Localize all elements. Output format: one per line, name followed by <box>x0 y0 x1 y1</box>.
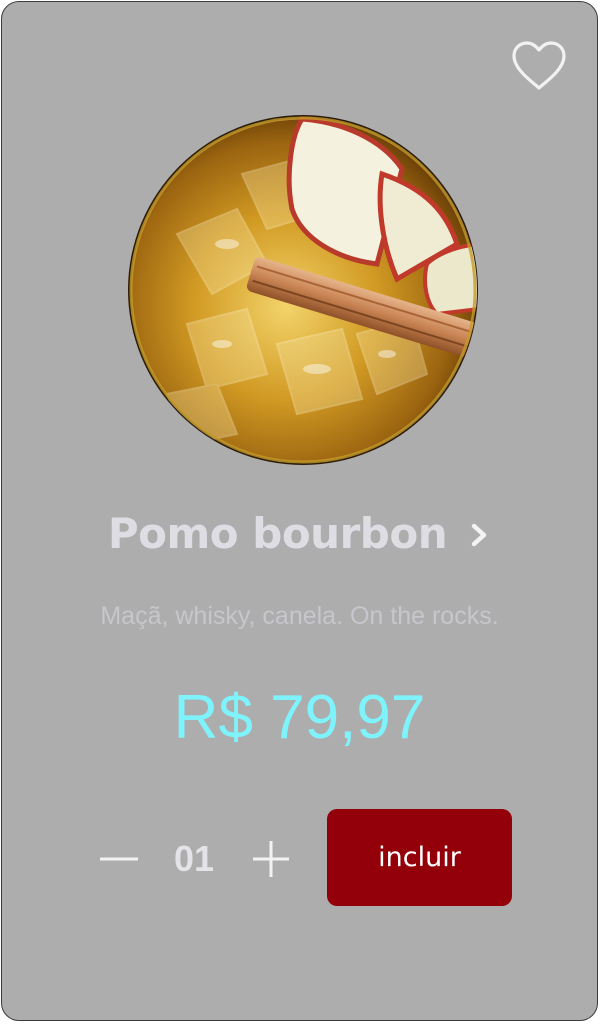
cocktail-glass-photo <box>128 115 478 465</box>
quantity-value: 01 <box>173 838 215 879</box>
product-card: Pomo bourbon Maçã, whisky, canela. On th… <box>1 1 598 1021</box>
product-description: Maçã, whisky, canela. On the rocks. <box>100 602 499 630</box>
chevron-right-icon <box>471 523 487 547</box>
heart-outline-icon <box>512 41 566 90</box>
minus-icon <box>100 857 138 861</box>
product-name: Pomo bourbon <box>107 508 448 558</box>
add-to-cart-button[interactable]: incluir <box>327 809 512 906</box>
favorite-button[interactable] <box>510 40 568 92</box>
decrement-button[interactable] <box>98 842 140 876</box>
increment-button[interactable] <box>252 840 290 878</box>
product-title-link[interactable]: Pomo bourbon <box>2 498 597 568</box>
product-price: R$ 79,97 <box>173 683 426 752</box>
plus-icon <box>253 841 289 877</box>
product-image <box>127 114 479 466</box>
